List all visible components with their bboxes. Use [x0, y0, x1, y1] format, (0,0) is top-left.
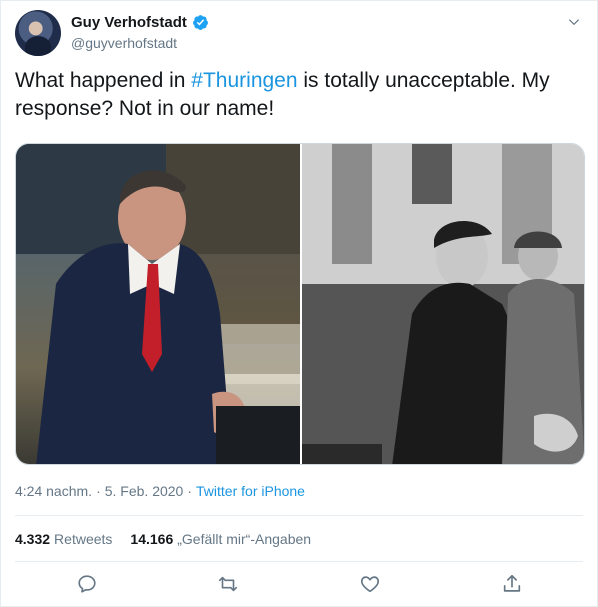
tweet-text-part: What happened in — [15, 69, 192, 92]
user-handle[interactable]: @guyverhofstadt — [71, 35, 177, 51]
photo-left-illustration — [16, 144, 300, 464]
reply-icon[interactable] — [76, 573, 98, 595]
media-grid — [15, 143, 585, 465]
avatar[interactable] — [15, 10, 61, 56]
retweets-label: Retweets — [54, 531, 113, 547]
tweet-actions — [1, 571, 598, 599]
divider — [15, 561, 583, 562]
meta-separator: · — [187, 483, 193, 499]
likes-count: 14.166 — [130, 531, 174, 547]
retweets-stat[interactable]: 4.332 Retweets — [15, 531, 112, 547]
share-icon[interactable] — [501, 573, 523, 595]
author-name-row: Guy Verhofstadt — [71, 14, 209, 31]
chevron-down-icon[interactable] — [567, 15, 581, 29]
likes-label: „Gefällt mir“-Angaben — [177, 531, 312, 547]
like-icon[interactable] — [359, 573, 381, 595]
tweet-photo-left[interactable] — [16, 144, 300, 464]
tweet-meta: 4:24 nachm. · 5. Feb. 2020 · Twitter for… — [15, 483, 305, 499]
tweet-date[interactable]: 5. Feb. 2020 — [105, 483, 184, 499]
verified-badge-icon — [192, 15, 208, 30]
tweet-card: Guy Verhofstadt @guyverhofstadt What hap… — [0, 0, 598, 607]
retweet-icon[interactable] — [217, 573, 239, 595]
tweet-time[interactable]: 4:24 nachm. — [15, 483, 92, 499]
tweet-source-link[interactable]: Twitter for iPhone — [196, 483, 305, 499]
tweet-stats: 4.332 Retweets 14.166 „Gefällt mir“-Angabe… — [15, 531, 311, 547]
meta-separator: · — [96, 483, 101, 499]
tweet-text: What happened in #Thuringen is totally u… — [15, 67, 575, 123]
hashtag-link[interactable]: #Thuringen — [191, 69, 297, 92]
display-name[interactable]: Guy Verhofstadt — [71, 14, 187, 31]
retweets-count: 4.332 — [15, 531, 51, 547]
likes-stat[interactable]: 14.166 „Gefällt mir“-Angaben — [130, 531, 311, 547]
divider — [15, 515, 583, 516]
tweet-photo-right[interactable] — [302, 144, 584, 464]
photo-right-illustration — [302, 144, 584, 464]
